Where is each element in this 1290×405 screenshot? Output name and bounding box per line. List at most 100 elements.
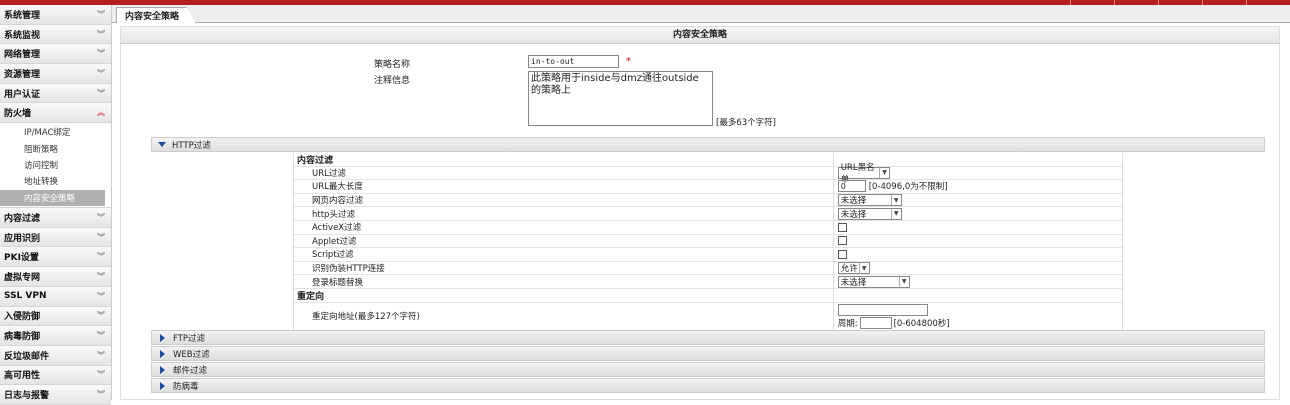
script-checkbox[interactable]: [837, 249, 847, 259]
fake-http-select[interactable]: 允许 ▼: [837, 262, 870, 275]
tab-strip: 内容安全策略: [112, 5, 1290, 23]
header-filter-select[interactable]: 未选择 ▼: [837, 207, 902, 220]
page-filter-select[interactable]: 未选择 ▼: [837, 194, 902, 207]
sidebar-item-label: 系统管理: [4, 10, 41, 21]
section-web-filter[interactable]: WEB过滤: [151, 346, 1265, 361]
chevron-down-icon: ︾: [97, 68, 105, 78]
sidebar-subitem-content-policy[interactable]: 内容安全策略: [0, 189, 105, 207]
chevron-down-icon: ︾: [97, 331, 105, 341]
expand-right-icon: [160, 349, 165, 358]
chevron-down-icon: ︾: [97, 291, 105, 301]
table-row: URL最大长度 0 [0-4096,0为不限制]: [294, 180, 1122, 194]
section-http-filter[interactable]: HTTP过滤: [151, 137, 1265, 152]
url-filter-select[interactable]: URL黑名单 ▼: [837, 163, 890, 185]
table-row: 内容过滤: [294, 153, 1122, 167]
activex-checkbox[interactable]: [837, 222, 847, 232]
comment-line: 此策略用于inside与dmz通往outside: [531, 73, 699, 84]
group-header-redirect: 重定向: [297, 291, 325, 302]
login-title-select[interactable]: 未选择 ▼: [837, 275, 910, 288]
table-cell: 0 [0-4096,0为不限制]: [832, 180, 1122, 193]
table-row: 重定向地址(最多127个字符) 周期: [0-604800秒]: [294, 302, 1122, 331]
table-row: ActiveX过滤: [294, 220, 1122, 235]
policy-name-input[interactable]: in-to-out: [528, 55, 619, 68]
sidebar-item-antispam[interactable]: 反垃圾邮件 ︾: [0, 345, 111, 366]
select-value: 未选择: [840, 196, 867, 207]
section-mail-filter[interactable]: 邮件过滤: [151, 362, 1265, 377]
period-label: 周期:: [837, 318, 858, 329]
chevron-down-icon: ▼: [858, 263, 869, 274]
table-cell: [832, 220, 1122, 234]
section-label: 防病毒: [173, 381, 199, 392]
table-row: 登录标题替换 未选择 ▼: [294, 275, 1122, 289]
sidebar-item-ips[interactable]: 入侵防御 ︾: [0, 306, 111, 327]
table-cell: 未选择 ▼: [832, 193, 1122, 207]
sidebar-item-label: 日志与报警: [4, 391, 50, 402]
section-label: FTP过滤: [173, 333, 206, 344]
tab-content-policy[interactable]: 内容安全策略: [116, 7, 197, 23]
sidebar-item-label: 系统监视: [4, 30, 41, 41]
redirect-period-row: 周期: [0-604800秒]: [837, 316, 950, 329]
sidebar-item-label: 防火墙: [4, 109, 32, 120]
sidebar-item-monitor[interactable]: 系统监视 ︾: [0, 24, 111, 45]
sidebar-item-log[interactable]: 日志与报警 ︾: [0, 385, 111, 405]
chevron-down-icon: ▼: [879, 167, 888, 178]
redirect-label: 重定向地址(最多127个字符): [312, 312, 420, 323]
sidebar-item-label: 内容过滤: [4, 213, 41, 224]
sidebar-item-pki[interactable]: PKI设置 ︾: [0, 247, 111, 268]
table-cell: 未选择 ▼: [832, 275, 1122, 288]
chevron-up-icon: ︽: [97, 108, 105, 118]
sidebar-item-app-id[interactable]: 应用识别 ︾: [0, 227, 111, 248]
table-row: 网页内容过滤 未选择 ▼: [294, 193, 1122, 208]
firewall-submenu: IP/MAC绑定 阻断策略 访问控制 地址转换 内容安全策略: [0, 123, 111, 209]
sidebar-item-label: 网络管理: [4, 50, 41, 61]
sidebar-subitem-nat[interactable]: 地址转换: [0, 173, 111, 190]
chevron-down-icon: ︾: [97, 370, 105, 380]
table-cell: [832, 248, 1122, 261]
header-filter-label: http头过滤: [312, 209, 355, 220]
sidebar-item-resource[interactable]: 资源管理 ︾: [0, 64, 111, 84]
sidebar-item-label: 用户认证: [4, 89, 41, 100]
table-cell: 允许 ▼: [832, 261, 1122, 275]
section-antivirus[interactable]: 防病毒: [151, 378, 1265, 393]
chevron-down-icon: ︾: [97, 29, 105, 39]
sidebar-item-auth[interactable]: 用户认证 ︾: [0, 83, 111, 104]
sidebar-subitem-block[interactable]: 阻断策略: [0, 140, 111, 157]
sidebar-item-system[interactable]: 系统管理 ︾: [0, 5, 111, 25]
url-maxlen-label: URL最大长度: [312, 182, 363, 193]
page-filter-label: 网页内容过滤: [312, 196, 364, 207]
sidebar-item-firewall[interactable]: 防火墙 ︽: [0, 103, 111, 124]
comment-hint: [最多63个字符]: [716, 118, 776, 128]
comment-textarea[interactable]: 此策略用于inside与dmz通往outside 的策略上: [528, 71, 713, 126]
sidebar-item-network[interactable]: 网络管理 ︾: [0, 44, 111, 65]
chevron-down-icon: ︾: [97, 350, 105, 360]
url-maxlen-hint: [0-4096,0为不限制]: [868, 182, 948, 193]
url-maxlen-input[interactable]: 0: [837, 180, 866, 193]
required-mark: *: [626, 56, 631, 67]
url-filter-label: URL过滤: [312, 168, 346, 179]
sidebar-item-ha[interactable]: 高可用性 ︾: [0, 365, 111, 386]
redirect-url-input[interactable]: [837, 303, 928, 316]
applet-label: Applet过滤: [312, 236, 357, 247]
sidebar-item-content-filter[interactable]: 内容过滤 ︾: [0, 208, 111, 228]
select-value: 未选择: [840, 277, 867, 288]
fake-http-label: 识别伪装HTTP连接: [312, 264, 385, 275]
select-value: 允许: [840, 264, 858, 275]
expand-right-icon: [160, 333, 165, 342]
section-label: WEB过滤: [173, 349, 210, 360]
script-label: Script过滤: [312, 250, 354, 261]
sidebar-item-ssl-vpn[interactable]: SSL VPN ︾: [0, 286, 111, 307]
table-row: 重定向: [294, 288, 1122, 303]
sidebar: 系统管理 ︾ 系统监视 ︾ 网络管理 ︾ 资源管理 ︾ 用户认证 ︾ 防火墙 ︽ IP/MA…: [0, 5, 112, 405]
sidebar-subitem-access[interactable]: 访问控制: [0, 156, 111, 174]
sidebar-item-antivirus[interactable]: 病毒防御 ︾: [0, 326, 111, 346]
period-input[interactable]: [859, 316, 892, 329]
table-cell: 周期: [0-604800秒]: [832, 302, 1122, 330]
chevron-down-icon: ︾: [97, 390, 105, 400]
section-ftp-filter[interactable]: FTP过滤: [151, 330, 1265, 345]
sidebar-item-vpn[interactable]: 虚拟专网 ︾: [0, 267, 111, 287]
expand-right-icon: [160, 365, 165, 374]
chevron-down-icon: ▼: [890, 208, 901, 219]
table-row: http头过滤 未选择 ▼: [294, 207, 1122, 221]
applet-checkbox[interactable]: [837, 236, 847, 246]
sidebar-subitem-ipmac[interactable]: IP/MAC绑定: [0, 124, 111, 141]
